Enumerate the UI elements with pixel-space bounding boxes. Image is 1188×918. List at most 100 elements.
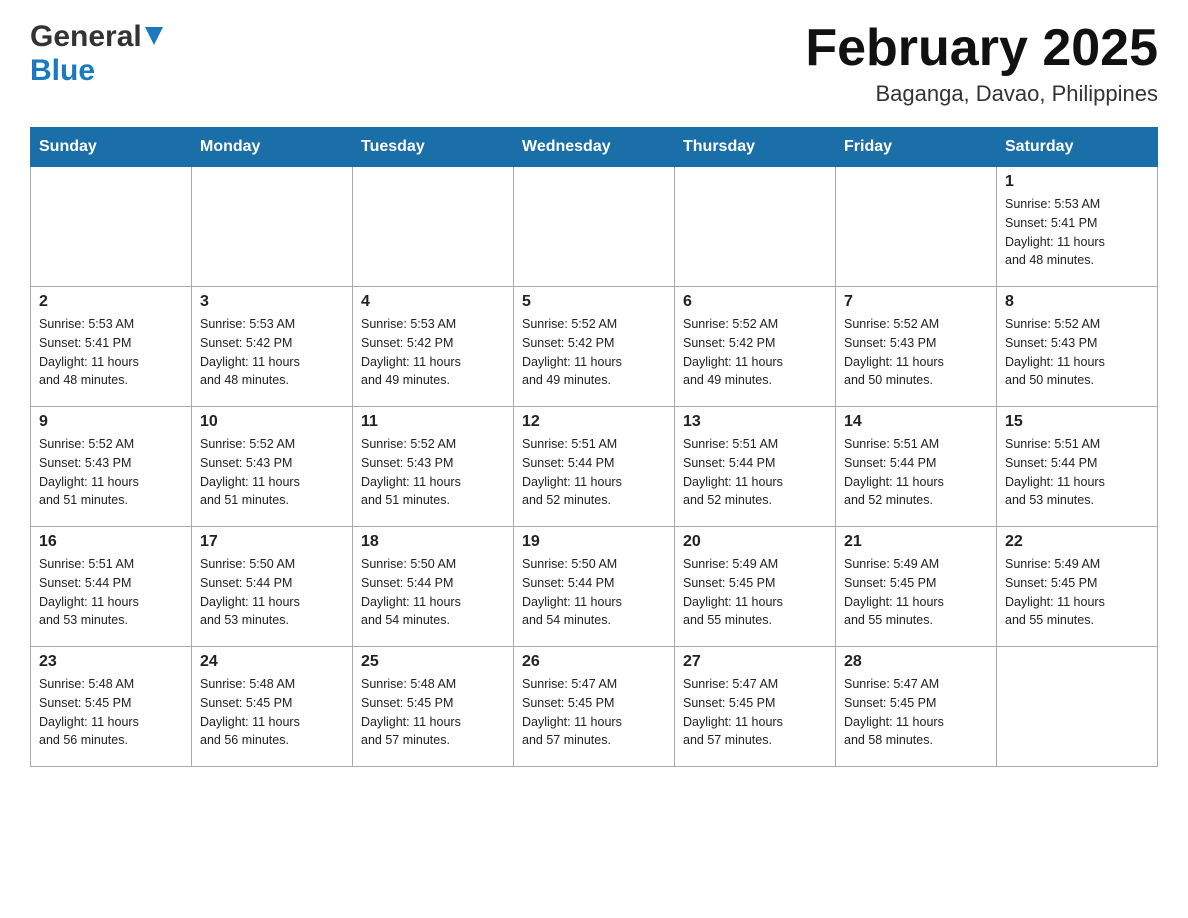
day-info: Sunrise: 5:48 AMSunset: 5:45 PMDaylight:… <box>39 675 183 750</box>
logo-general: General <box>30 20 142 54</box>
calendar-cell: 25 Sunrise: 5:48 AMSunset: 5:45 PMDayligh… <box>353 647 514 767</box>
calendar-cell <box>192 167 353 287</box>
day-of-week-sunday: Sunday <box>31 128 192 167</box>
day-info: Sunrise: 5:50 AMSunset: 5:44 PMDaylight:… <box>522 555 666 630</box>
day-of-week-friday: Friday <box>836 128 997 167</box>
day-info: Sunrise: 5:52 AMSunset: 5:43 PMDaylight:… <box>361 435 505 510</box>
calendar-cell: 8 Sunrise: 5:52 AMSunset: 5:43 PMDaylight… <box>997 287 1158 407</box>
calendar-cell: 24 Sunrise: 5:48 AMSunset: 5:45 PMDayligh… <box>192 647 353 767</box>
calendar-week-row: 2 Sunrise: 5:53 AMSunset: 5:41 PMDaylight… <box>31 287 1158 407</box>
calendar-cell: 10 Sunrise: 5:52 AMSunset: 5:43 PMDayligh… <box>192 407 353 527</box>
day-number: 4 <box>361 293 505 311</box>
day-info: Sunrise: 5:52 AMSunset: 5:43 PMDaylight:… <box>39 435 183 510</box>
day-number: 23 <box>39 653 183 671</box>
day-info: Sunrise: 5:47 AMSunset: 5:45 PMDaylight:… <box>844 675 988 750</box>
calendar-cell: 27 Sunrise: 5:47 AMSunset: 5:45 PMDayligh… <box>675 647 836 767</box>
calendar-cell: 21 Sunrise: 5:49 AMSunset: 5:45 PMDayligh… <box>836 527 997 647</box>
calendar-cell <box>836 167 997 287</box>
logo-blue: Blue <box>30 54 95 87</box>
day-number: 27 <box>683 653 827 671</box>
calendar-week-row: 9 Sunrise: 5:52 AMSunset: 5:43 PMDaylight… <box>31 407 1158 527</box>
calendar-cell <box>353 167 514 287</box>
day-info: Sunrise: 5:50 AMSunset: 5:44 PMDaylight:… <box>361 555 505 630</box>
day-number: 25 <box>361 653 505 671</box>
day-number: 3 <box>200 293 344 311</box>
calendar-cell: 12 Sunrise: 5:51 AMSunset: 5:44 PMDayligh… <box>514 407 675 527</box>
title-section: February 2025 Baganga, Davao, Philippine… <box>805 20 1158 107</box>
day-info: Sunrise: 5:47 AMSunset: 5:45 PMDaylight:… <box>683 675 827 750</box>
day-number: 24 <box>200 653 344 671</box>
day-number: 7 <box>844 293 988 311</box>
calendar-cell: 2 Sunrise: 5:53 AMSunset: 5:41 PMDaylight… <box>31 287 192 407</box>
day-info: Sunrise: 5:51 AMSunset: 5:44 PMDaylight:… <box>844 435 988 510</box>
day-info: Sunrise: 5:47 AMSunset: 5:45 PMDaylight:… <box>522 675 666 750</box>
calendar-cell: 15 Sunrise: 5:51 AMSunset: 5:44 PMDayligh… <box>997 407 1158 527</box>
calendar-cell <box>675 167 836 287</box>
day-info: Sunrise: 5:51 AMSunset: 5:44 PMDaylight:… <box>522 435 666 510</box>
day-info: Sunrise: 5:51 AMSunset: 5:44 PMDaylight:… <box>1005 435 1149 510</box>
day-number: 26 <box>522 653 666 671</box>
day-number: 11 <box>361 413 505 431</box>
calendar-cell: 4 Sunrise: 5:53 AMSunset: 5:42 PMDaylight… <box>353 287 514 407</box>
day-of-week-monday: Monday <box>192 128 353 167</box>
day-number: 28 <box>844 653 988 671</box>
day-number: 20 <box>683 533 827 551</box>
calendar-cell: 16 Sunrise: 5:51 AMSunset: 5:44 PMDayligh… <box>31 527 192 647</box>
day-number: 16 <box>39 533 183 551</box>
day-info: Sunrise: 5:53 AMSunset: 5:42 PMDaylight:… <box>200 315 344 390</box>
day-number: 21 <box>844 533 988 551</box>
day-number: 22 <box>1005 533 1149 551</box>
calendar-cell: 6Sunrise: 5:52 AMSunset: 5:42 PMDaylight… <box>675 287 836 407</box>
day-number: 2 <box>39 293 183 311</box>
calendar-cell: 26 Sunrise: 5:47 AMSunset: 5:45 PMDayligh… <box>514 647 675 767</box>
calendar-table: SundayMondayTuesdayWednesdayThursdayFrid… <box>30 127 1158 767</box>
calendar-cell <box>997 647 1158 767</box>
day-number: 15 <box>1005 413 1149 431</box>
calendar-cell: 22 Sunrise: 5:49 AMSunset: 5:45 PMDayligh… <box>997 527 1158 647</box>
location: Baganga, Davao, Philippines <box>805 81 1158 107</box>
calendar-cell: 20 Sunrise: 5:49 AMSunset: 5:45 PMDayligh… <box>675 527 836 647</box>
page-header: General Blue February 2025 Baganga, Dava… <box>30 20 1158 107</box>
day-info: Sunrise: 5:53 AMSunset: 5:42 PMDaylight:… <box>361 315 505 390</box>
day-info: Sunrise: 5:51 AMSunset: 5:44 PMDaylight:… <box>683 435 827 510</box>
day-info: Sunrise: 5:48 AMSunset: 5:45 PMDaylight:… <box>361 675 505 750</box>
calendar-cell: 7 Sunrise: 5:52 AMSunset: 5:43 PMDaylight… <box>836 287 997 407</box>
day-number: 10 <box>200 413 344 431</box>
day-info: Sunrise: 5:49 AMSunset: 5:45 PMDaylight:… <box>1005 555 1149 630</box>
day-number: 14 <box>844 413 988 431</box>
calendar-week-row: 16 Sunrise: 5:51 AMSunset: 5:44 PMDayligh… <box>31 527 1158 647</box>
logo: General Blue <box>30 20 163 88</box>
day-info: Sunrise: 5:49 AMSunset: 5:45 PMDaylight:… <box>844 555 988 630</box>
day-of-week-thursday: Thursday <box>675 128 836 167</box>
day-number: 19 <box>522 533 666 551</box>
day-info: Sunrise: 5:53 AMSunset: 5:41 PMDaylight:… <box>39 315 183 390</box>
day-info: Sunrise: 5:49 AMSunset: 5:45 PMDaylight:… <box>683 555 827 630</box>
calendar-cell: 17 Sunrise: 5:50 AMSunset: 5:44 PMDayligh… <box>192 527 353 647</box>
day-number: 18 <box>361 533 505 551</box>
day-info: Sunrise: 5:48 AMSunset: 5:45 PMDaylight:… <box>200 675 344 750</box>
logo-arrow-icon <box>145 27 163 52</box>
calendar-week-row: 1 Sunrise: 5:53 AMSunset: 5:41 PMDaylight… <box>31 167 1158 287</box>
calendar-cell: 13Sunrise: 5:51 AMSunset: 5:44 PMDayligh… <box>675 407 836 527</box>
calendar-cell: 28 Sunrise: 5:47 AMSunset: 5:45 PMDayligh… <box>836 647 997 767</box>
day-number: 12 <box>522 413 666 431</box>
day-number: 8 <box>1005 293 1149 311</box>
day-info: Sunrise: 5:50 AMSunset: 5:44 PMDaylight:… <box>200 555 344 630</box>
day-number: 9 <box>39 413 183 431</box>
calendar-cell: 23 Sunrise: 5:48 AMSunset: 5:45 PMDayligh… <box>31 647 192 767</box>
day-number: 1 <box>1005 173 1149 191</box>
calendar-cell: 5Sunrise: 5:52 AMSunset: 5:42 PMDaylight… <box>514 287 675 407</box>
calendar-cell: 19 Sunrise: 5:50 AMSunset: 5:44 PMDayligh… <box>514 527 675 647</box>
calendar-cell <box>31 167 192 287</box>
day-of-week-saturday: Saturday <box>997 128 1158 167</box>
day-info: Sunrise: 5:52 AMSunset: 5:43 PMDaylight:… <box>844 315 988 390</box>
day-info: Sunrise: 5:52 AMSunset: 5:43 PMDaylight:… <box>200 435 344 510</box>
day-info: Sunrise: 5:51 AMSunset: 5:44 PMDaylight:… <box>39 555 183 630</box>
day-number: 17 <box>200 533 344 551</box>
day-number: 5 <box>522 293 666 311</box>
calendar-header-row: SundayMondayTuesdayWednesdayThursdayFrid… <box>31 128 1158 167</box>
day-info: Sunrise: 5:53 AMSunset: 5:41 PMDaylight:… <box>1005 195 1149 270</box>
calendar-cell: 14 Sunrise: 5:51 AMSunset: 5:44 PMDayligh… <box>836 407 997 527</box>
day-info: Sunrise: 5:52 AMSunset: 5:43 PMDaylight:… <box>1005 315 1149 390</box>
calendar-cell: 1 Sunrise: 5:53 AMSunset: 5:41 PMDaylight… <box>997 167 1158 287</box>
